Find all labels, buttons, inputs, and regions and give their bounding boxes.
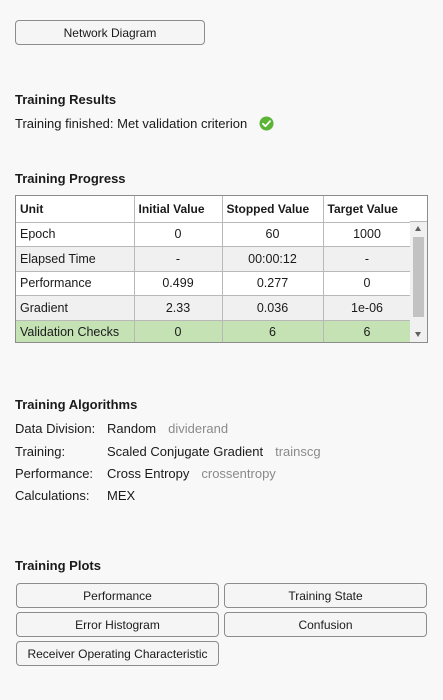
scroll-down-icon[interactable] bbox=[415, 332, 421, 337]
table-cell: Epoch bbox=[16, 222, 135, 247]
training-results-title: Training Results bbox=[15, 92, 117, 107]
training-progress-title: Training Progress bbox=[15, 171, 126, 186]
training-plots-title: Training Plots bbox=[15, 558, 101, 573]
network-diagram-button[interactable]: Network Diagram bbox=[15, 20, 205, 45]
table-cell: Validation Checks bbox=[16, 320, 135, 342]
table-cell: 6 bbox=[323, 320, 412, 342]
table-cell: - bbox=[323, 246, 412, 272]
column-header-initial-value[interactable]: Initial Value bbox=[134, 196, 223, 223]
algorithm-function-name: trainscg bbox=[275, 443, 321, 459]
algorithm-function-name: crossentropy bbox=[201, 465, 276, 481]
table-cell: 2.33 bbox=[134, 295, 223, 321]
table-cell: 00:00:12 bbox=[222, 246, 324, 272]
table-row[interactable]: Gradient 2.33 0.036 1e-06 bbox=[16, 295, 412, 321]
table-cell: Performance bbox=[16, 271, 135, 296]
training-algorithms-title: Training Algorithms bbox=[15, 397, 138, 412]
column-header-stopped-value[interactable]: Stopped Value bbox=[222, 196, 324, 223]
training-state-plot-button[interactable]: Training State bbox=[224, 583, 427, 608]
algorithm-row-performance: Performance: Cross Entropy crossentropy bbox=[15, 464, 276, 482]
table-cell: 0 bbox=[134, 222, 223, 247]
algorithm-function-name: dividerand bbox=[168, 420, 229, 436]
algorithm-row-calculations: Calculations: MEX bbox=[15, 486, 135, 504]
table-row[interactable]: Performance 0.499 0.277 0 bbox=[16, 271, 412, 296]
algorithm-value: Random bbox=[107, 420, 157, 436]
table-cell: 0.277 bbox=[222, 271, 324, 296]
algorithm-value: MEX bbox=[107, 487, 136, 503]
roc-plot-button[interactable]: Receiver Operating Characteristic bbox=[16, 641, 219, 666]
training-progress-table[interactable]: Unit Initial Value Stopped Value Target … bbox=[15, 195, 428, 343]
table-row[interactable]: Elapsed Time - 00:00:12 - bbox=[16, 246, 412, 272]
scrollbar-thumb[interactable] bbox=[413, 237, 424, 317]
table-cell: 6 bbox=[222, 320, 324, 342]
table-cell: 0 bbox=[323, 271, 412, 296]
column-header-target-value[interactable]: Target Value bbox=[323, 196, 412, 223]
table-cell: 1e-06 bbox=[323, 295, 412, 321]
algorithm-label: Calculations: bbox=[15, 487, 90, 503]
table-cell: - bbox=[134, 246, 223, 272]
table-row[interactable]: Epoch 0 60 1000 bbox=[16, 222, 412, 247]
algorithm-label: Performance: bbox=[15, 465, 94, 481]
table-header-row: Unit Initial Value Stopped Value Target … bbox=[16, 196, 412, 223]
error-histogram-plot-button[interactable]: Error Histogram bbox=[16, 612, 219, 637]
check-circle-icon bbox=[259, 116, 274, 131]
confusion-plot-button[interactable]: Confusion bbox=[224, 612, 427, 637]
table-cell: 1000 bbox=[323, 222, 412, 247]
algorithm-row-training: Training: Scaled Conjugate Gradient trai… bbox=[15, 442, 321, 460]
scrollbar-corner bbox=[410, 196, 427, 222]
table-cell: 0 bbox=[134, 320, 223, 342]
scroll-up-icon[interactable] bbox=[415, 226, 421, 231]
table-cell: 0.499 bbox=[134, 271, 223, 296]
column-header-unit[interactable]: Unit bbox=[16, 196, 135, 223]
table-cell: Elapsed Time bbox=[16, 246, 135, 272]
algorithm-value: Scaled Conjugate Gradient bbox=[107, 443, 264, 459]
table-scrollbar[interactable] bbox=[410, 222, 427, 342]
algorithm-label: Data Division: bbox=[15, 420, 96, 436]
training-status: Training finished: Met validation criter… bbox=[15, 116, 274, 131]
performance-plot-button[interactable]: Performance bbox=[16, 583, 219, 608]
training-status-text: Training finished: Met validation criter… bbox=[15, 116, 248, 131]
algorithm-row-data-division: Data Division: Random dividerand bbox=[15, 419, 228, 437]
table-cell: 0.036 bbox=[222, 295, 324, 321]
algorithm-label: Training: bbox=[15, 443, 66, 459]
table-row-highlighted[interactable]: Validation Checks 0 6 6 bbox=[16, 320, 412, 342]
algorithm-value: Cross Entropy bbox=[107, 465, 190, 481]
table-cell: 60 bbox=[222, 222, 324, 247]
table-cell: Gradient bbox=[16, 295, 135, 321]
